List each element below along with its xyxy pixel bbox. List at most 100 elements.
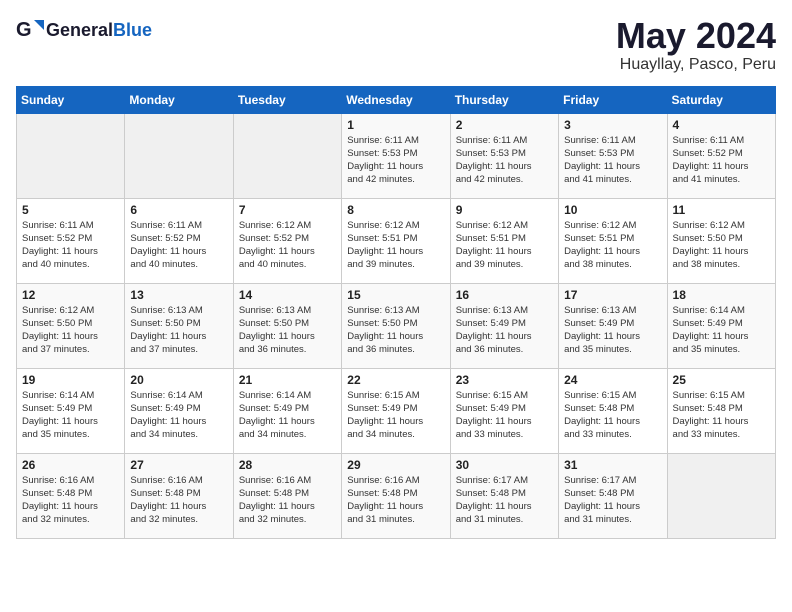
day-info: Sunrise: 6:11 AMSunset: 5:53 PMDaylight:… bbox=[564, 134, 661, 187]
column-header-saturday: Saturday bbox=[667, 86, 775, 113]
day-info: Sunrise: 6:11 AMSunset: 5:52 PMDaylight:… bbox=[22, 219, 119, 272]
calendar-cell: 3 Sunrise: 6:11 AMSunset: 5:53 PMDaylight… bbox=[559, 113, 667, 198]
title-block: May 2024 Huayllay, Pasco, Peru bbox=[616, 16, 776, 74]
day-number: 18 bbox=[673, 288, 770, 302]
calendar-cell: 25 Sunrise: 6:15 AMSunset: 5:48 PMDayligh… bbox=[667, 368, 775, 453]
day-number: 12 bbox=[22, 288, 119, 302]
calendar-cell bbox=[17, 113, 125, 198]
calendar-cell bbox=[125, 113, 233, 198]
calendar-cell: 11 Sunrise: 6:12 AMSunset: 5:50 PMDayligh… bbox=[667, 198, 775, 283]
column-header-monday: Monday bbox=[125, 86, 233, 113]
day-info: Sunrise: 6:12 AMSunset: 5:51 PMDaylight:… bbox=[564, 219, 661, 272]
calendar-week-row: 1 Sunrise: 6:11 AMSunset: 5:53 PMDaylight… bbox=[17, 113, 776, 198]
day-number: 11 bbox=[673, 203, 770, 217]
calendar-cell: 23 Sunrise: 6:15 AMSunset: 5:49 PMDayligh… bbox=[450, 368, 558, 453]
day-info: Sunrise: 6:12 AMSunset: 5:50 PMDaylight:… bbox=[673, 219, 770, 272]
day-number: 17 bbox=[564, 288, 661, 302]
calendar-cell: 13 Sunrise: 6:13 AMSunset: 5:50 PMDayligh… bbox=[125, 283, 233, 368]
calendar-cell: 30Sunrise: 6:17 AMSunset: 5:48 PMDayligh… bbox=[450, 453, 558, 538]
day-info: Sunrise: 6:14 AMSunset: 5:49 PMDaylight:… bbox=[239, 389, 336, 442]
calendar-cell: 20Sunrise: 6:14 AMSunset: 5:49 PMDayligh… bbox=[125, 368, 233, 453]
calendar-cell: 17 Sunrise: 6:13 AMSunset: 5:49 PMDayligh… bbox=[559, 283, 667, 368]
logo-general-text: General bbox=[46, 20, 113, 40]
day-info: Sunrise: 6:12 AMSunset: 5:52 PMDaylight:… bbox=[239, 219, 336, 272]
svg-text:G: G bbox=[16, 19, 32, 41]
day-number: 6 bbox=[130, 203, 227, 217]
calendar-cell: 14Sunrise: 6:13 AMSunset: 5:50 PMDayligh… bbox=[233, 283, 341, 368]
day-number: 29 bbox=[347, 458, 444, 472]
calendar-cell bbox=[233, 113, 341, 198]
calendar-week-row: 12 Sunrise: 6:12 AMSunset: 5:50 PMDayligh… bbox=[17, 283, 776, 368]
day-number: 3 bbox=[564, 118, 661, 132]
day-number: 20 bbox=[130, 373, 227, 387]
column-header-thursday: Thursday bbox=[450, 86, 558, 113]
logo: G GeneralBlue bbox=[16, 16, 152, 44]
day-info: Sunrise: 6:11 AMSunset: 5:52 PMDaylight:… bbox=[130, 219, 227, 272]
day-number: 15 bbox=[347, 288, 444, 302]
calendar-cell: 6 Sunrise: 6:11 AMSunset: 5:52 PMDaylight… bbox=[125, 198, 233, 283]
calendar-cell: 26 Sunrise: 6:16 AMSunset: 5:48 PMDayligh… bbox=[17, 453, 125, 538]
column-header-wednesday: Wednesday bbox=[342, 86, 450, 113]
calendar-cell: 18 Sunrise: 6:14 AMSunset: 5:49 PMDayligh… bbox=[667, 283, 775, 368]
day-info: Sunrise: 6:12 AMSunset: 5:51 PMDaylight:… bbox=[347, 219, 444, 272]
logo-blue-text: Blue bbox=[113, 20, 152, 40]
day-number: 21 bbox=[239, 373, 336, 387]
day-info: Sunrise: 6:12 AMSunset: 5:50 PMDaylight:… bbox=[22, 304, 119, 357]
day-number: 31 bbox=[564, 458, 661, 472]
location-subtitle: Huayllay, Pasco, Peru bbox=[616, 56, 776, 74]
calendar-cell: 28 Sunrise: 6:16 AMSunset: 5:48 PMDayligh… bbox=[233, 453, 341, 538]
calendar-cell: 7Sunrise: 6:12 AMSunset: 5:52 PMDaylight… bbox=[233, 198, 341, 283]
calendar-cell: 19Sunrise: 6:14 AMSunset: 5:49 PMDayligh… bbox=[17, 368, 125, 453]
day-info: Sunrise: 6:12 AMSunset: 5:51 PMDaylight:… bbox=[456, 219, 553, 272]
day-number: 27 bbox=[130, 458, 227, 472]
day-number: 16 bbox=[456, 288, 553, 302]
calendar-cell: 29 Sunrise: 6:16 AMSunset: 5:48 PMDayligh… bbox=[342, 453, 450, 538]
day-number: 1 bbox=[347, 118, 444, 132]
day-number: 4 bbox=[673, 118, 770, 132]
calendar-cell: 21 Sunrise: 6:14 AMSunset: 5:49 PMDayligh… bbox=[233, 368, 341, 453]
calendar-cell: 27 Sunrise: 6:16 AMSunset: 5:48 PMDayligh… bbox=[125, 453, 233, 538]
day-info: Sunrise: 6:15 AMSunset: 5:49 PMDaylight:… bbox=[456, 389, 553, 442]
calendar-cell: 15Sunrise: 6:13 AMSunset: 5:50 PMDayligh… bbox=[342, 283, 450, 368]
day-number: 28 bbox=[239, 458, 336, 472]
day-number: 22 bbox=[347, 373, 444, 387]
day-number: 30 bbox=[456, 458, 553, 472]
calendar-cell bbox=[667, 453, 775, 538]
day-info: Sunrise: 6:13 AMSunset: 5:49 PMDaylight:… bbox=[456, 304, 553, 357]
calendar-cell: 24Sunrise: 6:15 AMSunset: 5:48 PMDayligh… bbox=[559, 368, 667, 453]
day-info: Sunrise: 6:14 AMSunset: 5:49 PMDaylight:… bbox=[673, 304, 770, 357]
day-number: 26 bbox=[22, 458, 119, 472]
day-number: 14 bbox=[239, 288, 336, 302]
day-info: Sunrise: 6:16 AMSunset: 5:48 PMDaylight:… bbox=[239, 474, 336, 527]
day-info: Sunrise: 6:16 AMSunset: 5:48 PMDaylight:… bbox=[347, 474, 444, 527]
calendar-week-row: 26 Sunrise: 6:16 AMSunset: 5:48 PMDayligh… bbox=[17, 453, 776, 538]
day-number: 8 bbox=[347, 203, 444, 217]
calendar-cell: 8 Sunrise: 6:12 AMSunset: 5:51 PMDaylight… bbox=[342, 198, 450, 283]
day-number: 25 bbox=[673, 373, 770, 387]
day-info: Sunrise: 6:16 AMSunset: 5:48 PMDaylight:… bbox=[130, 474, 227, 527]
logo-icon: G bbox=[16, 16, 44, 44]
calendar-cell: 16 Sunrise: 6:13 AMSunset: 5:49 PMDayligh… bbox=[450, 283, 558, 368]
calendar-cell: 9Sunrise: 6:12 AMSunset: 5:51 PMDaylight… bbox=[450, 198, 558, 283]
day-info: Sunrise: 6:11 AMSunset: 5:52 PMDaylight:… bbox=[673, 134, 770, 187]
day-info: Sunrise: 6:11 AMSunset: 5:53 PMDaylight:… bbox=[347, 134, 444, 187]
day-number: 23 bbox=[456, 373, 553, 387]
day-info: Sunrise: 6:15 AMSunset: 5:49 PMDaylight:… bbox=[347, 389, 444, 442]
day-info: Sunrise: 6:11 AMSunset: 5:53 PMDaylight:… bbox=[456, 134, 553, 187]
day-info: Sunrise: 6:13 AMSunset: 5:49 PMDaylight:… bbox=[564, 304, 661, 357]
calendar-week-row: 19Sunrise: 6:14 AMSunset: 5:49 PMDayligh… bbox=[17, 368, 776, 453]
day-info: Sunrise: 6:16 AMSunset: 5:48 PMDaylight:… bbox=[22, 474, 119, 527]
day-info: Sunrise: 6:15 AMSunset: 5:48 PMDaylight:… bbox=[673, 389, 770, 442]
calendar-cell: 2 Sunrise: 6:11 AMSunset: 5:53 PMDaylight… bbox=[450, 113, 558, 198]
month-year-title: May 2024 bbox=[616, 16, 776, 56]
column-header-friday: Friday bbox=[559, 86, 667, 113]
calendar-cell: 12 Sunrise: 6:12 AMSunset: 5:50 PMDayligh… bbox=[17, 283, 125, 368]
calendar-cell: 1 Sunrise: 6:11 AMSunset: 5:53 PMDaylight… bbox=[342, 113, 450, 198]
calendar-cell: 31Sunrise: 6:17 AMSunset: 5:48 PMDayligh… bbox=[559, 453, 667, 538]
day-number: 5 bbox=[22, 203, 119, 217]
day-number: 10 bbox=[564, 203, 661, 217]
day-number: 13 bbox=[130, 288, 227, 302]
day-info: Sunrise: 6:13 AMSunset: 5:50 PMDaylight:… bbox=[130, 304, 227, 357]
calendar-cell: 10 Sunrise: 6:12 AMSunset: 5:51 PMDayligh… bbox=[559, 198, 667, 283]
day-number: 2 bbox=[456, 118, 553, 132]
